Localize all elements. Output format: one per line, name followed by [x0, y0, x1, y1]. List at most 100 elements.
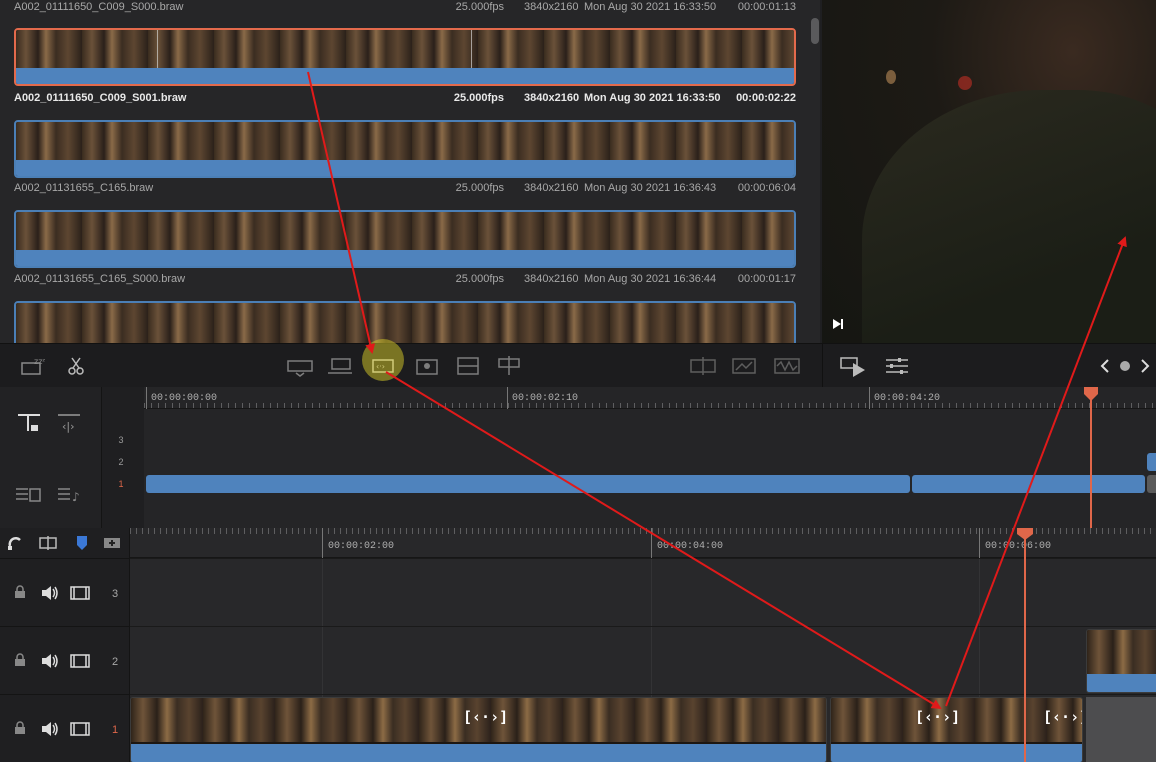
clip-resolution: 3840x2160 [524, 182, 579, 194]
track-header-2: 2 [0, 626, 130, 694]
clip-duration: 00:00:01:13 [737, 1, 796, 13]
clip-frames [1087, 630, 1156, 676]
clip-fps: 25.000fps [455, 273, 504, 285]
play-to-end-icon[interactable] [832, 318, 844, 330]
clip-date: Mon Aug 30 2021 16:33:50 [584, 92, 721, 104]
clip-duration: 00:00:06:04 [737, 182, 796, 194]
overview-clip[interactable] [912, 475, 1145, 493]
smart-insert-icon[interactable] [285, 354, 315, 378]
svg-text:‹|›: ‹|› [62, 420, 75, 433]
media-pool: A002_01111650_C009_S000.braw 25.000fps 3… [0, 0, 820, 343]
click-highlight [362, 339, 404, 381]
playback-icon[interactable] [838, 354, 868, 378]
timeline-clip[interactable] [1086, 629, 1156, 693]
audio-music-icon[interactable]: ♪ [56, 483, 82, 510]
clip-duration: 00:00:01:17 [737, 273, 796, 285]
divider [822, 343, 823, 387]
append-icon[interactable] [326, 354, 356, 378]
chevron-left-icon[interactable] [1098, 354, 1112, 378]
clip-meta-row[interactable]: A002_01111650_C009_S001.braw 25.000fps 3… [14, 92, 796, 106]
overview-ruler[interactable]: 00:00:00:00 00:00:02:10 00:00:04:20 [144, 387, 1156, 409]
ruler-label: 00:00:04:20 [874, 393, 941, 404]
clip-bar [1087, 674, 1156, 692]
track-number: 3 [112, 588, 119, 600]
viewer-frame-light [886, 70, 896, 84]
clip-date: Mon Aug 30 2021 16:36:44 [584, 273, 717, 285]
track-lane-2[interactable] [130, 626, 1156, 694]
scrollbar[interactable] [811, 18, 819, 44]
overview-playhead[interactable] [1090, 395, 1092, 528]
audio-only-icon[interactable] [772, 354, 802, 378]
clip-resolution: 3840x2160 [524, 1, 579, 13]
lock-icon[interactable] [14, 721, 26, 740]
clip-meta-row[interactable]: A002_01131655_C165_S000.braw 25.000fps 3… [14, 273, 796, 287]
transition-marker[interactable]: [‹·›] [463, 708, 508, 726]
timeline: 3 2 1 00:00:02:00 00:00:04:00 00:00:06:0… [0, 528, 1156, 762]
ruler-tick [507, 387, 508, 409]
track-header-3: 3 [0, 558, 130, 626]
audio-track-icon[interactable] [14, 483, 42, 510]
trim-mode-icon[interactable]: ‹|› [56, 413, 82, 440]
split-clip-icon[interactable] [688, 354, 718, 378]
empty-gap[interactable] [1086, 697, 1156, 762]
source-overwrite-icon[interactable] [496, 354, 522, 378]
audio-icon[interactable] [40, 653, 60, 674]
divider [471, 30, 472, 70]
lock-icon[interactable] [14, 653, 26, 672]
track-number: 2 [118, 457, 124, 467]
ruler-label: 00:00:04:00 [657, 541, 724, 552]
timeline-ruler[interactable]: 00:00:02:00 00:00:04:00 00:00:06:00 [130, 528, 1156, 558]
timeline-clip[interactable]: [‹·›] [130, 697, 827, 762]
lock-track-icon[interactable] [16, 413, 42, 440]
page-dot-icon[interactable] [1118, 354, 1132, 378]
overview-clip[interactable] [1147, 475, 1156, 493]
timeline-playhead[interactable] [1024, 528, 1026, 762]
clip-meta-row[interactable]: A002_01111650_C009_S000.braw 25.000fps 3… [14, 1, 796, 15]
ruler-label: 00:00:02:10 [512, 393, 579, 404]
ruler-label: 00:00:00:00 [151, 393, 218, 404]
clip-meta-row[interactable]: A002_01131655_C165.braw 25.000fps 3840x2… [14, 182, 796, 196]
video-icon[interactable] [70, 653, 90, 674]
clip-bar [131, 744, 826, 762]
video-icon[interactable] [70, 721, 90, 742]
transition-marker[interactable]: [‹·›] [1043, 708, 1082, 726]
link-clips-icon[interactable] [38, 534, 58, 557]
snapping-icon[interactable] [6, 534, 26, 557]
clip-date: Mon Aug 30 2021 16:33:50 [584, 1, 717, 13]
chevron-right-icon[interactable] [1138, 354, 1152, 378]
viewer-frame-subject [862, 90, 1156, 343]
timeline-clip[interactable]: [‹·›] [‹·›] [830, 697, 1083, 762]
bypass-icon[interactable]: zzᶻ [20, 354, 50, 378]
overview-tools: ‹|› ♪ [0, 387, 102, 528]
close-up-icon[interactable] [413, 354, 441, 378]
clip-thumbnail-selected[interactable] [14, 28, 796, 86]
ruler-label: 00:00:02:00 [328, 541, 395, 552]
thumbnail-frames [16, 122, 794, 162]
video-only-icon[interactable] [730, 354, 758, 378]
app-window: { "media_pool": { "clips": [ {"name": "A… [0, 0, 1156, 762]
settings-sliders-icon[interactable] [884, 354, 910, 378]
ruler-label: 00:00:06:00 [985, 541, 1052, 552]
viewer-frame-light [958, 76, 972, 90]
lock-icon[interactable] [14, 585, 26, 604]
audio-icon[interactable] [40, 721, 60, 742]
add-track-icon[interactable] [102, 534, 122, 557]
transition-marker[interactable]: [‹·›] [915, 708, 960, 726]
overview-clip[interactable] [1147, 453, 1156, 471]
overview-clip[interactable] [146, 475, 910, 493]
video-icon[interactable] [70, 585, 90, 606]
razor-icon[interactable] [66, 354, 86, 378]
track-number: 3 [118, 435, 124, 445]
track-number: 2 [112, 656, 119, 668]
viewer [822, 0, 1156, 343]
clip-resolution: 3840x2160 [524, 92, 580, 104]
track-number: 1 [112, 724, 119, 736]
clip-thumbnail[interactable] [14, 301, 796, 343]
track-lane-3[interactable] [130, 558, 1156, 626]
audio-icon[interactable] [40, 585, 60, 606]
marker-icon[interactable] [72, 534, 92, 557]
place-on-top-icon[interactable] [455, 354, 481, 378]
track-header-1: 1 [0, 694, 130, 762]
clip-thumbnail[interactable] [14, 120, 796, 178]
clip-thumbnail[interactable] [14, 210, 796, 268]
